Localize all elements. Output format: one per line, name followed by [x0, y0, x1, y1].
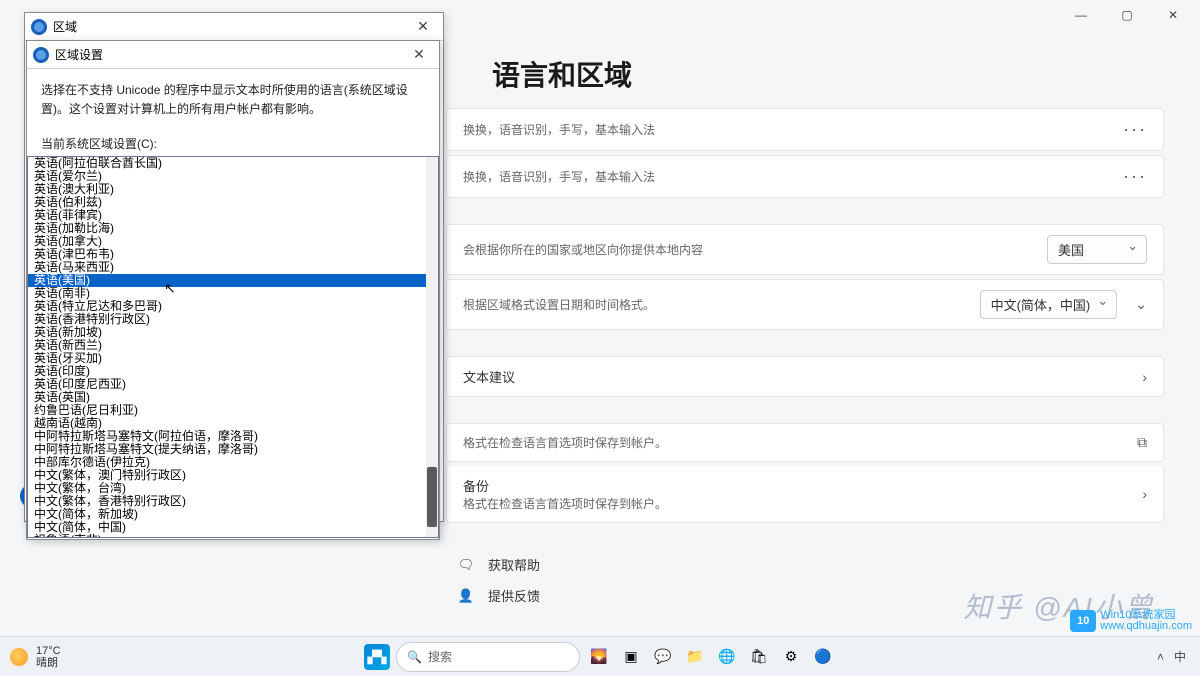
region-settings-title: 区域设置 [55, 46, 103, 63]
language-row-1-sub: 换换，语音识别，手写，基本输入法 [463, 121, 655, 138]
chevron-down-icon[interactable]: ⌄ [1135, 296, 1147, 313]
chevron-right-icon[interactable]: › [1142, 486, 1147, 502]
locale-option[interactable]: 祖鲁语(南非) [28, 534, 438, 538]
temperature: 17°C [36, 645, 61, 657]
taskbar-app-1[interactable]: 🌄 [586, 644, 612, 670]
win10-logo-icon: 10 [1070, 610, 1096, 632]
regional-format-row[interactable]: 根据区域格式设置日期和时间格式。 中文(简体，中国) ⌄ [446, 279, 1164, 330]
close-icon[interactable]: ✕ [405, 46, 433, 63]
taskbar-settings[interactable]: ⚙ [778, 644, 804, 670]
weather-icon [10, 648, 28, 666]
maximize-button[interactable]: ▢ [1104, 0, 1150, 30]
tray-chevron-icon[interactable]: ˄ [1157, 650, 1164, 664]
scrollbar-track[interactable] [426, 157, 438, 537]
watermark-logo: 10 Win10系统家园 www.qdhuajin.com [1070, 610, 1192, 632]
settings-content: 语言和区域 换换，语音识别，手写，基本输入法 ··· 换换，语音识别，手写，基本… [410, 30, 1200, 621]
language-row-2-sub: 换换，语音识别，手写，基本输入法 [463, 168, 655, 185]
search-icon: 🔍 [407, 650, 422, 664]
region-settings-description: 选择在不支持 Unicode 的程序中显示文本时所使用的语言(系统区域设置)。这… [41, 81, 425, 119]
taskbar-center: ▞▚ 🔍 搜索 🌄 ▣ 💬 📁 🌐 🛍 ⚙ 🔵 [364, 642, 836, 672]
taskbar-chat[interactable]: 💬 [650, 644, 676, 670]
globe-icon [33, 47, 49, 63]
taskbar-store[interactable]: 🛍 [746, 644, 772, 670]
taskbar-task-view[interactable]: ▣ [618, 644, 644, 670]
close-icon[interactable]: ✕ [409, 18, 437, 35]
page-title: 语言和区域 [492, 54, 1164, 94]
ime-indicator[interactable]: 中 [1174, 648, 1186, 665]
taskbar-edge[interactable]: 🌐 [714, 644, 740, 670]
regional-format-combobox[interactable]: 中文(简体，中国) [980, 290, 1118, 319]
get-help-link[interactable]: 🗨 获取帮助 [446, 549, 1164, 580]
language-row-2[interactable]: 换换，语音识别，手写，基本输入法 ··· [446, 155, 1164, 198]
search-placeholder: 搜索 [428, 648, 452, 665]
weather-widget[interactable]: 17°C 晴朗 [0, 645, 120, 669]
region-dialog-title: 区域 [53, 18, 77, 35]
country-region-row[interactable]: 会根据你所在的国家或地区向你提供本地内容 美国 [446, 224, 1164, 275]
share-sub: 格式在检查语言首选项时保存到帐户。 [463, 434, 667, 451]
typing-label: 文本建议 [463, 367, 515, 386]
more-icon[interactable]: ··· [1123, 119, 1147, 140]
taskbar-tray[interactable]: ˄ 中 [1157, 648, 1200, 665]
country-combobox[interactable]: 美国 [1047, 235, 1147, 264]
start-button[interactable]: ▞▚ [364, 644, 390, 670]
minimize-button[interactable]: — [1058, 0, 1104, 30]
share-row[interactable]: 格式在检查语言首选项时保存到帐户。 ⧉ [446, 423, 1164, 462]
chevron-right-icon[interactable]: › [1142, 369, 1147, 385]
close-button[interactable]: ✕ [1150, 0, 1196, 30]
help-icon: 🗨 [456, 557, 476, 573]
taskbar-app-2[interactable]: 🔵 [810, 644, 836, 670]
taskbar: 17°C 晴朗 ▞▚ 🔍 搜索 🌄 ▣ 💬 📁 🌐 🛍 ⚙ 🔵 ˄ 中 [0, 636, 1200, 676]
globe-icon [31, 19, 47, 35]
more-icon[interactable]: ··· [1123, 166, 1147, 187]
region-settings-titlebar[interactable]: 区域设置 ✕ [27, 41, 439, 69]
backup-label: 备份 [463, 476, 667, 495]
backup-sub: 格式在检查语言首选项时保存到帐户。 [463, 495, 667, 512]
country-desc: 会根据你所在的国家或地区向你提供本地内容 [463, 241, 703, 258]
locale-dropdown-list[interactable]: 英语(阿拉伯联合酋长国)英语(爱尔兰)英语(澳大利亚)英语(伯利兹)英语(菲律宾… [27, 156, 439, 538]
regional-format-desc: 根据区域格式设置日期和时间格式。 [463, 296, 655, 313]
typing-row[interactable]: 文本建议 › [446, 356, 1164, 397]
feedback-icon: 👤 [456, 588, 476, 604]
language-row-1[interactable]: 换换，语音识别，手写，基本输入法 ··· [446, 108, 1164, 151]
taskbar-search[interactable]: 🔍 搜索 [396, 642, 580, 672]
external-link-icon[interactable]: ⧉ [1137, 434, 1147, 451]
current-locale-label: 当前系统区域设置(C): [41, 135, 425, 152]
scrollbar-thumb[interactable] [427, 467, 437, 527]
backup-row[interactable]: 备份 格式在检查语言首选项时保存到帐户。 › [446, 466, 1164, 523]
taskbar-explorer[interactable]: 📁 [682, 644, 708, 670]
weather-condition: 晴朗 [36, 657, 61, 669]
region-dialog-titlebar[interactable]: 区域 ✕ [25, 13, 443, 41]
